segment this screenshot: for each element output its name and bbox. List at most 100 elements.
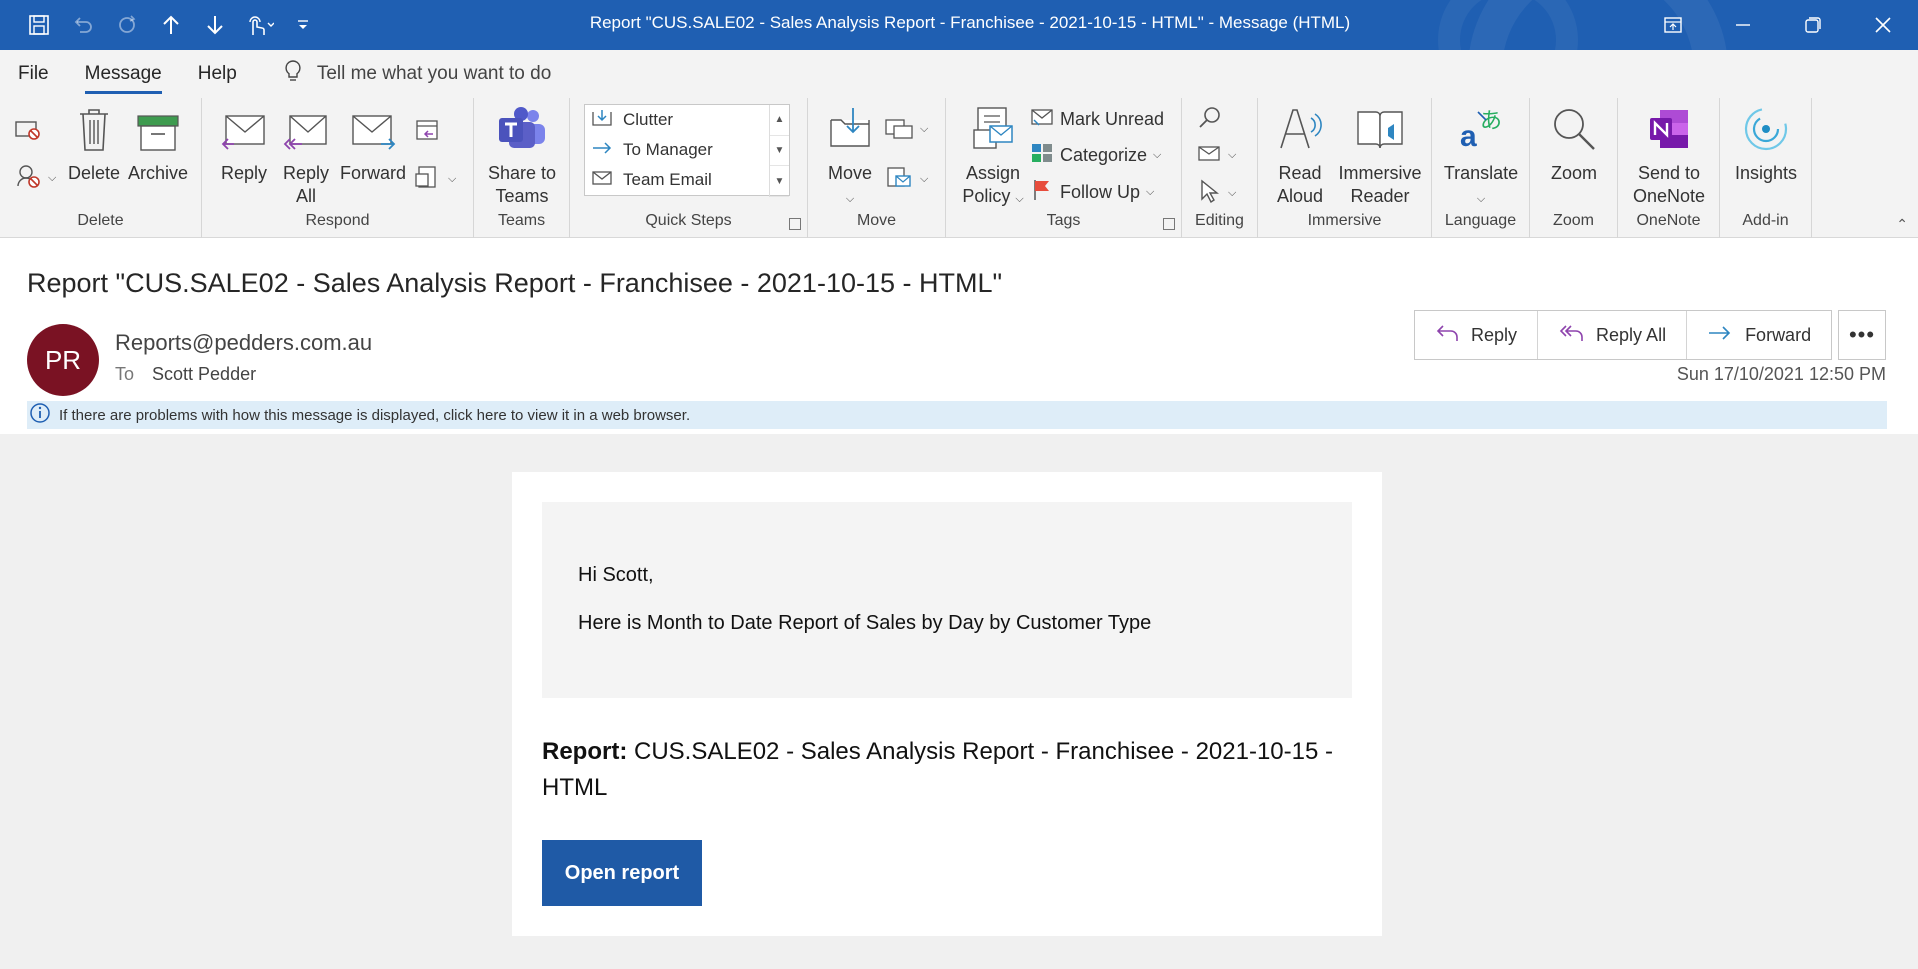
immersive-reader-button[interactable]: Immersive Reader: [1334, 106, 1426, 208]
quick-step-label: Team Email: [623, 170, 712, 189]
sender-address[interactable]: Reports@pedders.com.au: [115, 330, 372, 356]
follow-up-button[interactable]: Follow Up ⌵: [1030, 178, 1154, 207]
chevron-down-icon: ⌵: [1476, 193, 1486, 205]
window-controls: [1638, 0, 1918, 50]
reply-label: Reply: [220, 163, 268, 183]
send-onenote-label-1: Send to: [1637, 163, 1701, 183]
message-subject: Report "CUS.SALE02 - Sales Analysis Repo…: [27, 268, 1003, 298]
menu-help[interactable]: Help: [180, 50, 255, 98]
chevron-down-icon: ⌵: [845, 193, 855, 205]
related-button[interactable]: ⌵: [1196, 142, 1236, 169]
expand-gallery-icon[interactable]: ▼: [770, 166, 789, 198]
dialog-launcher-icon[interactable]: [1163, 218, 1175, 230]
editing-group: ⌵ ⌵ Editing: [1182, 98, 1258, 238]
send-to-onenote-button[interactable]: Send to OneNote: [1622, 106, 1716, 208]
report-label: Report:: [542, 738, 628, 765]
quick-step-to-manager[interactable]: To Manager: [585, 135, 789, 165]
reply-all-arrow-icon: [1558, 323, 1584, 348]
trash-icon: [68, 106, 120, 158]
forward-label: Forward: [339, 163, 406, 183]
find-button[interactable]: [1196, 104, 1224, 137]
chevron-down-icon: ⌵: [1228, 187, 1237, 199]
translate-label: Translate: [1443, 163, 1519, 183]
info-bar[interactable]: If there are problems with how this mess…: [27, 401, 1887, 429]
lightbulb-icon: [283, 59, 303, 89]
meeting-reply-button[interactable]: [414, 116, 442, 147]
arrow-right-icon: [591, 138, 613, 163]
zoom-button[interactable]: Zoom: [1538, 106, 1610, 185]
cleanup-button[interactable]: ⌵: [14, 162, 56, 195]
translate-button[interactable]: aあ Translate ⌵: [1436, 106, 1526, 211]
read-aloud-button[interactable]: Read Aloud: [1268, 106, 1332, 208]
delete-button[interactable]: Delete: [68, 106, 120, 185]
forward-button[interactable]: Forward: [1687, 311, 1831, 359]
reply-all-label-1: Reply: [282, 163, 330, 183]
more-actions-button[interactable]: •••: [1838, 310, 1886, 360]
menu-message[interactable]: Message: [67, 50, 180, 98]
reply-all-button-label: Reply All: [1596, 324, 1667, 345]
reply-ribbon-button[interactable]: Reply: [214, 106, 274, 185]
immersive-reader-label-1: Immersive: [1338, 163, 1422, 183]
language-group: aあ Translate ⌵ Language: [1432, 98, 1530, 238]
scroll-down-icon[interactable]: ▼: [770, 136, 789, 167]
open-report-button[interactable]: Open report: [542, 840, 702, 906]
delete-group-label: Delete: [77, 212, 124, 229]
more-respond-button[interactable]: ⌵: [414, 164, 456, 195]
quick-step-label: To Manager: [623, 140, 713, 159]
rules-icon: [884, 114, 914, 145]
to-label: To: [115, 364, 135, 384]
scrollbar-track[interactable]: [1896, 434, 1918, 969]
tell-me-label: Tell me what you want to do: [316, 63, 552, 84]
onenote-icon: [1622, 106, 1716, 158]
archive-label: Archive: [127, 163, 189, 183]
quick-steps-scrollbar[interactable]: ▲ ▼ ▼: [769, 105, 789, 198]
restore-ribbon-icon[interactable]: [1638, 0, 1708, 50]
info-icon: [29, 402, 51, 428]
ignore-button[interactable]: [14, 118, 42, 147]
share-to-teams-button[interactable]: Share to Teams: [478, 106, 566, 208]
intro-text: Here is Month to Date Report of Sales by…: [578, 612, 1152, 634]
select-button[interactable]: ⌵: [1196, 178, 1236, 209]
translate-icon: aあ: [1436, 106, 1526, 158]
mark-unread-label: Mark Unread: [1060, 109, 1165, 129]
message-header: Report "CUS.SALE02 - Sales Analysis Repo…: [0, 238, 1918, 434]
info-text: If there are problems with how this mess…: [59, 406, 691, 424]
insights-button[interactable]: Insights: [1726, 106, 1806, 185]
quick-step-clutter[interactable]: Clutter: [585, 105, 789, 135]
title-bar: Report "CUS.SALE02 - Sales Analysis Repo…: [0, 0, 1918, 50]
assign-policy-button[interactable]: Assign Policy ⌵: [960, 106, 1026, 211]
search-icon: [1196, 104, 1224, 137]
onenote-group-label: OneNote: [1636, 212, 1701, 229]
reply-all-ribbon-button[interactable]: Reply All: [276, 106, 336, 208]
reply-button-label: Reply: [1471, 324, 1518, 345]
forward-arrow-icon: [1707, 323, 1733, 348]
menu-file[interactable]: File: [0, 50, 67, 98]
svg-text:a: a: [1460, 120, 1477, 152]
collapse-ribbon-icon[interactable]: ⌃: [1896, 216, 1908, 233]
close-icon[interactable]: [1848, 0, 1918, 50]
quick-steps-group: Clutter To Manager Team Email ▲ ▼ ▼ Quic…: [570, 98, 808, 238]
menu-bar: File Message Help Tell me what you want …: [0, 50, 1918, 98]
forward-button-label: Forward: [1745, 324, 1812, 345]
tell-me-search[interactable]: Tell me what you want to do: [283, 59, 551, 89]
quick-step-team-email[interactable]: Team Email: [585, 165, 789, 195]
reply-all-button[interactable]: Reply All: [1538, 311, 1688, 359]
move-button[interactable]: Move ⌵: [822, 106, 878, 211]
minimize-icon[interactable]: [1708, 0, 1778, 50]
read-aloud-label-1: Read: [1278, 163, 1322, 183]
reply-button[interactable]: Reply: [1415, 311, 1539, 359]
forward-ribbon-button[interactable]: Forward: [338, 106, 408, 185]
zoom-label: Zoom: [1550, 163, 1597, 183]
rules-button[interactable]: ⌵: [884, 114, 928, 145]
scroll-up-icon[interactable]: ▲: [770, 105, 789, 136]
recipient-name[interactable]: Scott Pedder: [152, 364, 256, 385]
mark-unread-button[interactable]: Mark Unread: [1030, 106, 1164, 133]
follow-up-label: Follow Up: [1060, 182, 1141, 202]
dialog-launcher-icon[interactable]: [789, 218, 801, 230]
categorize-button[interactable]: Categorize ⌵: [1030, 142, 1161, 169]
maximize-icon[interactable]: [1778, 0, 1848, 50]
avatar[interactable]: PR: [27, 324, 99, 396]
report-line: Report: CUS.SALE02 - Sales Analysis Repo…: [542, 734, 1352, 806]
actions-button[interactable]: ⌵: [884, 164, 928, 195]
archive-button[interactable]: Archive: [126, 106, 190, 185]
